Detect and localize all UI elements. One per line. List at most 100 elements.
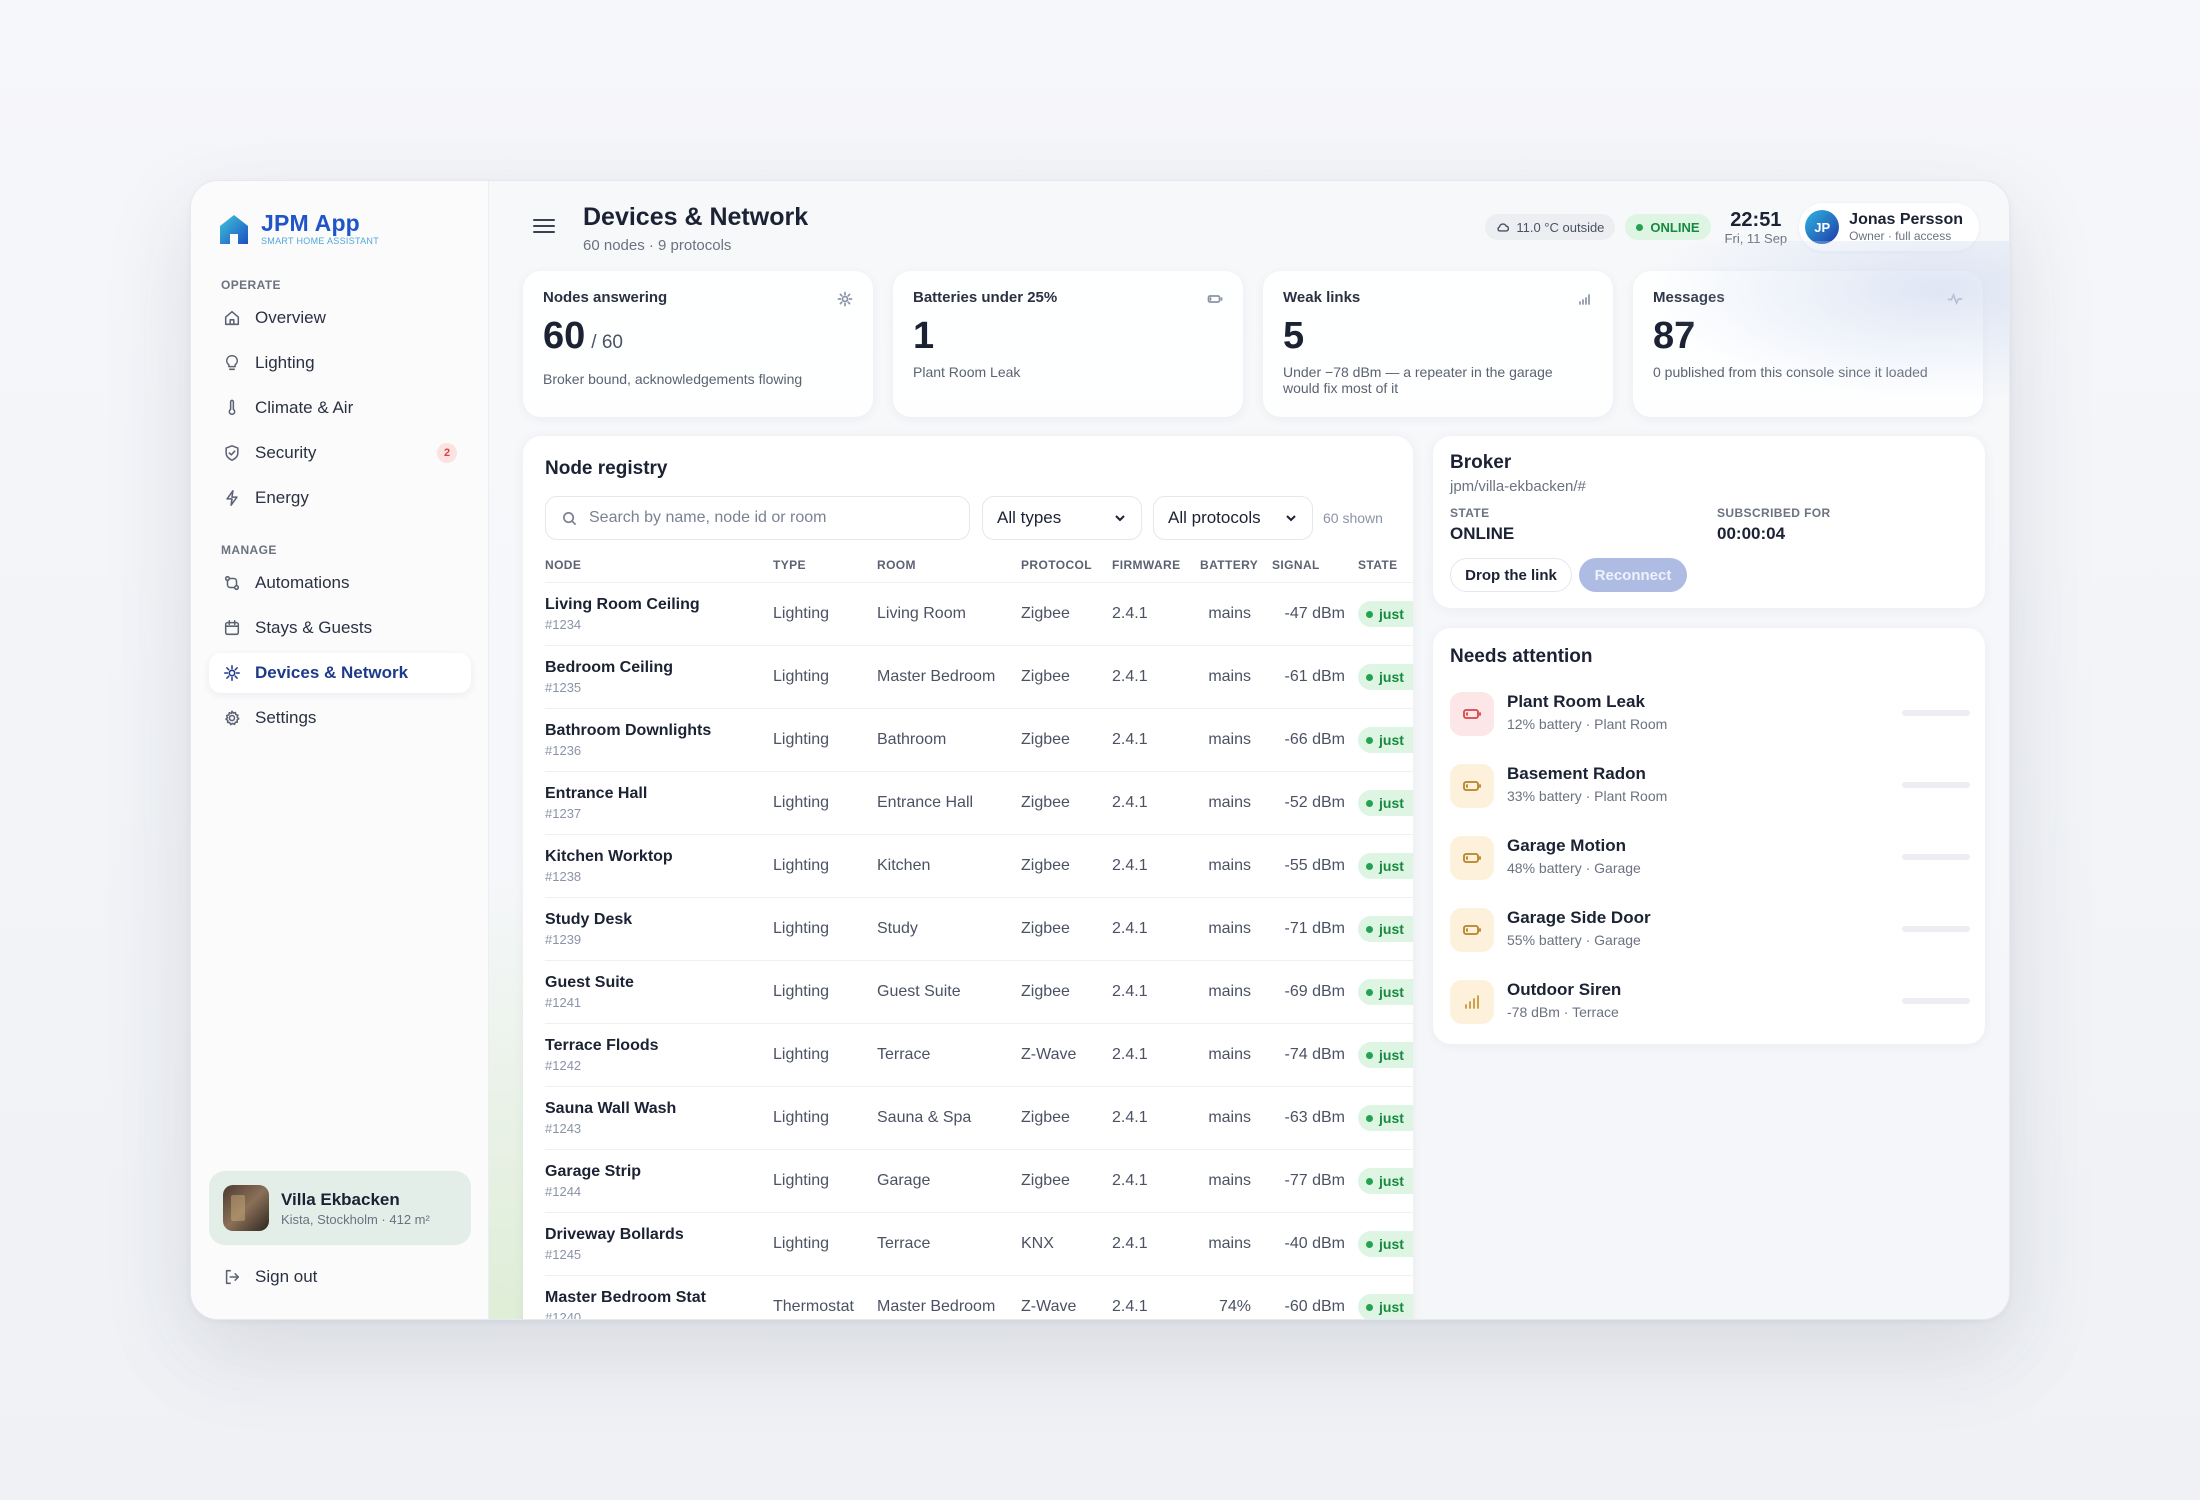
cell-signal: -69 dBm: [1284, 983, 1345, 1000]
search-input[interactable]: Search by name, node id or room: [545, 496, 970, 540]
status-badge: just: [1358, 727, 1413, 753]
attention-item-bar: [1902, 926, 1970, 932]
status-dot: [1366, 862, 1373, 870]
attention-icon-tile: [1450, 764, 1494, 808]
cell-signal: -47 dBm: [1284, 605, 1345, 622]
type-filter-select[interactable]: All types: [982, 496, 1142, 540]
sidebar-item-label: Overview: [255, 308, 326, 327]
sidebar-item-devices-network[interactable]: Devices & Network: [209, 653, 471, 693]
status-badge: just: [1358, 979, 1413, 1005]
home-switcher[interactable]: Villa Ekbacken Kista, Stockholm · 412 m²: [209, 1171, 471, 1245]
sidebar-item-stays-guests[interactable]: Stays & Guests: [209, 608, 471, 648]
sidebar-item-settings[interactable]: Settings: [209, 698, 471, 738]
column-header-node[interactable]: NODE: [545, 558, 581, 572]
clock-date: Fri, 11 Sep: [1724, 230, 1788, 246]
attention-item-detail: 55% battery · Garage: [1507, 932, 1641, 948]
user-menu[interactable]: JP Jonas Persson Owner · full access: [1799, 203, 1979, 251]
table-row[interactable]: Entrance Hall #1237 Lighting Entrance Hall Z…: [545, 771, 1413, 834]
cell-room: Study: [877, 920, 918, 937]
sidebar-item-lighting[interactable]: Lighting: [209, 343, 471, 383]
attention-item-name: Outdoor Siren: [1507, 980, 1622, 999]
cell-battery: mains: [1208, 1235, 1251, 1252]
column-header-type[interactable]: TYPE: [773, 558, 806, 572]
menu-toggle-button[interactable]: [533, 215, 555, 235]
clock-time: 22:51: [1730, 208, 1782, 231]
sidebar-item-energy[interactable]: Energy: [209, 478, 471, 518]
attention-item-name: Garage Motion: [1507, 836, 1627, 855]
broker-panel: Broker jpm/villa-ekbacken/# STATE ONLINE…: [1433, 436, 1985, 608]
cell-room: Terrace: [877, 1235, 931, 1252]
status-badge: just: [1358, 1231, 1413, 1257]
attention-item-bar: [1902, 854, 1970, 860]
attention-item[interactable]: Garage Motion 48% battery · Garage: [1450, 830, 1970, 886]
table-row[interactable]: Guest Suite #1241 Lighting Guest Suite Zigbe…: [545, 960, 1413, 1023]
cell-type: Lighting: [773, 668, 830, 685]
cell-room: Living Room: [877, 605, 966, 622]
table-row[interactable]: Study Desk #1239 Lighting Study Zigbee 2.4.1 m…: [545, 897, 1413, 960]
table-row[interactable]: Garage Strip #1244 Lighting Garage Zigbee 2.4…: [545, 1149, 1413, 1212]
attention-item[interactable]: Basement Radon 33% battery · Plant Room: [1450, 758, 1970, 814]
column-header-battery[interactable]: BATTERY: [1200, 558, 1258, 572]
weather-pill: 11.0 °C outside: [1485, 214, 1616, 240]
attention-item-detail: 12% battery · Plant Room: [1507, 716, 1668, 732]
attention-item[interactable]: Plant Room Leak 12% battery · Plant Room: [1450, 686, 1970, 742]
table-row[interactable]: Bedroom Ceiling #1235 Lighting Master Bedro…: [545, 645, 1413, 708]
home-icon: [224, 310, 240, 326]
app-logo[interactable]: JPM App SMART HOME ASSISTANT: [217, 211, 379, 246]
node-id: #1243: [545, 1121, 582, 1136]
app-window: JPM App SMART HOME ASSISTANT OPERATE Ove…: [190, 180, 2010, 1320]
home-location: Kista, Stockholm · 412 m²: [281, 1211, 430, 1227]
manage-section-label: MANAGE: [221, 543, 277, 557]
panel-title: Broker: [1450, 452, 1512, 473]
node-id: #1237: [545, 806, 582, 821]
sign-out-label: Sign out: [255, 1267, 318, 1286]
stat-card-nodes-answering: Nodes answering 60/ 60 Broker bound, ack…: [523, 271, 873, 417]
column-header-firmware[interactable]: FIRMWARE: [1112, 558, 1181, 572]
stat-subtitle: Under −78 dBm — a repeater in the garage…: [1283, 364, 1553, 396]
node-id: #1234: [545, 617, 582, 632]
cell-battery: mains: [1208, 1046, 1251, 1063]
cell-type: Lighting: [773, 920, 830, 937]
attention-item[interactable]: Garage Side Door 55% battery · Garage: [1450, 902, 1970, 958]
sidebar-item-security[interactable]: Security 2: [209, 433, 471, 473]
state-text: just: [1379, 606, 1404, 622]
cell-room: Master Bedroom: [877, 1298, 996, 1315]
table-row[interactable]: Driveway Bollards #1245 Lighting Terrace KNX…: [545, 1212, 1413, 1275]
table-row[interactable]: Sauna Wall Wash #1243 Lighting Sauna & Spa Z…: [545, 1086, 1413, 1149]
connection-status-badge: ONLINE: [1625, 214, 1711, 240]
attention-icon-tile: [1450, 836, 1494, 880]
broker-topic: jpm/villa-ekbacken/#: [1450, 478, 1586, 495]
table-row[interactable]: Living Room Ceiling #1234 Lighting Living R…: [545, 582, 1413, 645]
sidebar-item-overview[interactable]: Overview: [209, 298, 471, 338]
column-header-protocol[interactable]: PROTOCOL: [1021, 558, 1092, 572]
sign-out-button[interactable]: Sign out: [223, 1267, 317, 1287]
state-text: just: [1379, 1299, 1404, 1315]
table-row[interactable]: Terrace Floods #1242 Lighting Terrace Z-Wave…: [545, 1023, 1413, 1086]
cell-room: Master Bedroom: [877, 668, 996, 685]
sidebar-item-automations[interactable]: Automations: [209, 563, 471, 603]
column-header-state[interactable]: STATE: [1358, 558, 1398, 572]
stat-card-batteries: Batteries under 25% 1 Plant Room Leak: [893, 271, 1243, 417]
stat-card-weak-links: Weak links 5 Under −78 dBm — a repeater …: [1263, 271, 1613, 417]
table-row[interactable]: Kitchen Worktop #1238 Lighting Kitchen Zigbe…: [545, 834, 1413, 897]
column-header-signal[interactable]: SIGNAL: [1272, 558, 1320, 572]
attention-icon-tile: [1450, 980, 1494, 1024]
stat-subtitle: 0 published from this console since it l…: [1653, 364, 1928, 380]
node-name: Driveway Bollards: [545, 1226, 684, 1243]
broker-state-label: STATE: [1450, 506, 1490, 520]
reconnect-button[interactable]: Reconnect: [1579, 558, 1687, 592]
chevron-down-icon: [1286, 515, 1296, 522]
attention-item[interactable]: Outdoor Siren -78 dBm · Terrace: [1450, 974, 1970, 1030]
app-tagline: SMART HOME ASSISTANT: [261, 236, 380, 246]
table-row[interactable]: Master Bedroom Stat #1240 Thermostat Master…: [545, 1275, 1413, 1319]
clock: 22:51 Fri, 11 Sep: [1725, 209, 1788, 246]
state-text: just: [1379, 795, 1404, 811]
house-logo-icon: [220, 214, 248, 244]
column-header-room[interactable]: ROOM: [877, 558, 916, 572]
sidebar-item-climate[interactable]: Climate & Air: [209, 388, 471, 428]
protocol-filter-select[interactable]: All protocols: [1153, 496, 1313, 540]
table-row[interactable]: Bathroom Downlights #1236 Lighting Bathroom…: [545, 708, 1413, 771]
drop-link-button[interactable]: Drop the link: [1450, 558, 1572, 592]
cell-protocol: Zigbee: [1021, 731, 1070, 748]
calendar-icon: [224, 620, 240, 636]
